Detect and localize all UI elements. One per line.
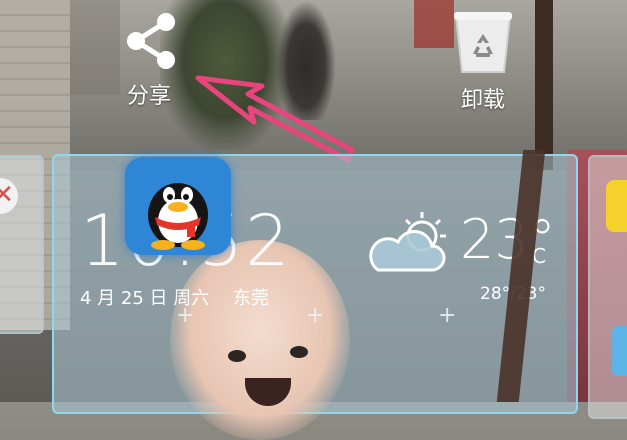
share-icon (104, 10, 194, 72)
date-city-row: 4 月 25 日 周六 东莞 (80, 284, 269, 310)
uninstall-button[interactable]: 卸载 (438, 10, 528, 114)
trash-icon (438, 10, 528, 76)
city-text: 东莞 (232, 288, 269, 309)
next-card-yellow-tab (606, 180, 627, 232)
qq-penguin-icon (148, 183, 208, 250)
next-card-blue-tab (612, 326, 627, 376)
qq-app-icon[interactable] (125, 157, 231, 255)
uninstall-label: 卸载 (460, 88, 505, 113)
plus-marker-icon: + (306, 303, 325, 328)
share-button[interactable]: 分享 (104, 10, 194, 110)
background-pole (535, 0, 553, 170)
background-baby-eye (290, 346, 308, 358)
background-baby-eye (228, 350, 246, 362)
share-label: 分享 (126, 84, 171, 109)
plus-marker-icon: + (176, 303, 195, 328)
arrow-annotation-icon (195, 75, 355, 163)
plus-marker-icon: + (438, 303, 457, 328)
partly-cloudy-icon (360, 210, 450, 284)
